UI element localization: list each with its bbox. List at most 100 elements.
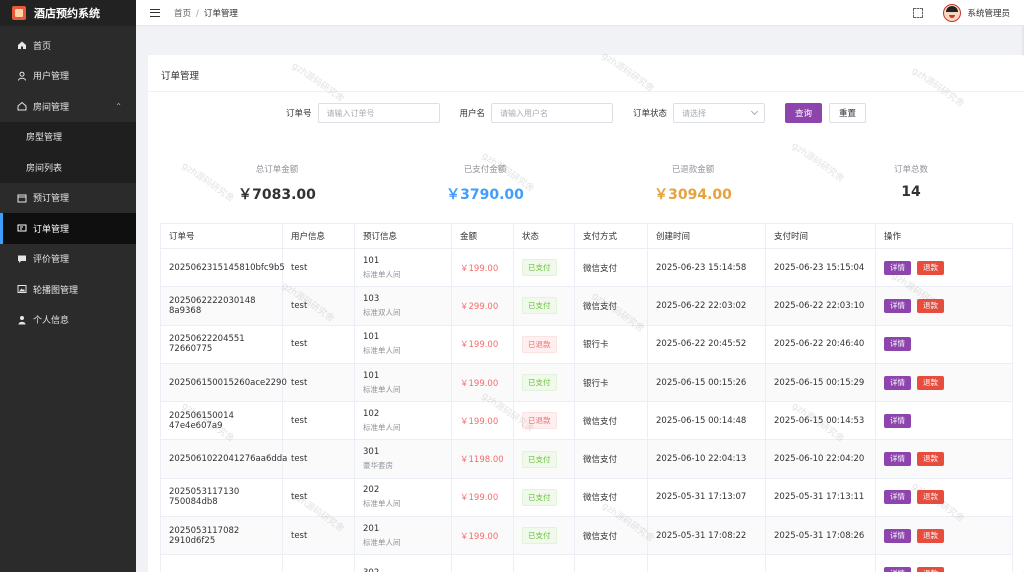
sidebar-nav: 首页用户管理 房间管理 ⌃ 房型管理房间列表预订管理订单管理评价管理 轮播图管理 个人信息 xyxy=(0,30,136,335)
sidebar-item-label: 房间列表 xyxy=(26,163,63,174)
created-time-cell-text: 2025-06-15 00:15:26 xyxy=(656,377,747,388)
user-cell-text: test xyxy=(291,339,308,350)
booking-cell: 302 xyxy=(354,554,452,572)
amount-cell: ￥299.00 xyxy=(451,286,514,326)
room-number: 202 xyxy=(363,485,380,496)
detail-button[interactable]: 详情 xyxy=(884,260,911,275)
sidebar-item-1[interactable]: 用户管理 xyxy=(0,61,136,92)
chevron-up-icon: ⌃ xyxy=(115,101,122,111)
created-time-cell-text: 2025-05-31 17:13:07 xyxy=(656,492,747,503)
username-input[interactable]: 请输入用户名 xyxy=(491,103,614,123)
order-no-input[interactable]: 请输入订单号 xyxy=(317,103,440,123)
amount-cell-text: ￥299.00 xyxy=(460,301,499,312)
refund-button[interactable]: 退款 xyxy=(917,452,944,467)
query-button[interactable]: 查询 xyxy=(785,103,823,123)
room-number: 103 xyxy=(363,293,380,304)
room-type: 标准单人间 xyxy=(363,422,401,432)
amount-cell-text: ￥199.00 xyxy=(460,263,499,274)
detail-button[interactable]: 详情 xyxy=(884,298,911,313)
payment-method-cell: 银行卡 xyxy=(574,362,648,403)
column-header: 订单号 xyxy=(160,223,283,249)
order-no-cell-text: 2025062315145810bfc9b5 xyxy=(169,262,285,273)
table-row: 2025053117082 2910d6f25 test 201 标准单人间 ￥199.… xyxy=(160,516,1013,556)
payment-method-cell-text: 微信支付 xyxy=(583,493,618,504)
detail-button[interactable]: 详情 xyxy=(884,413,911,428)
sidebar-item-2[interactable]: 房间管理 ⌃ xyxy=(0,91,136,122)
room-type: 标准单人间 xyxy=(363,269,401,279)
user-cell-text: test xyxy=(291,377,308,388)
stat-label: 已退款金额 xyxy=(671,165,715,175)
order-no-cell: 2025053117130 750084db8 xyxy=(160,477,283,518)
hotel-logo-icon xyxy=(12,6,26,20)
created-time-cell-text: 2025-06-22 20:45:52 xyxy=(656,339,747,350)
fullscreen-icon[interactable] xyxy=(913,8,924,18)
refund-button[interactable]: 退款 xyxy=(917,260,944,275)
order-no-placeholder: 请输入订单号 xyxy=(326,108,375,118)
room-number: 102 xyxy=(363,408,380,419)
status-cell: 已退款 xyxy=(513,401,575,441)
sidebar-item-7[interactable]: 评价管理 xyxy=(0,244,136,275)
status-badge: 已支付 xyxy=(522,488,557,506)
status-badge: 已支付 xyxy=(522,259,557,277)
user-cell: test xyxy=(282,401,355,441)
refund-button[interactable]: 退款 xyxy=(917,567,944,572)
stat-value: ￥3790.00 xyxy=(446,187,524,203)
sidebar: 酒店预约系统 首页用户管理 房间管理 ⌃ 房型管理房间列表预订管理订单管理评价管理 轮播… xyxy=(0,0,136,572)
booking-cell: 202 标准单人间 xyxy=(354,477,452,518)
detail-button[interactable]: 详情 xyxy=(884,528,911,543)
sidebar-item-4[interactable]: 房间列表 xyxy=(0,152,136,183)
breadcrumb-home[interactable]: 首页 xyxy=(174,9,191,19)
order-no-label: 订单号 xyxy=(286,109,312,119)
status-cell: 已支付 xyxy=(513,362,575,403)
breadcrumb: 首页 / 订单管理 xyxy=(174,7,238,19)
room-number: 302 xyxy=(363,568,451,572)
sidebar-item-6[interactable]: 订单管理 xyxy=(0,213,136,244)
table-header-row: 订单号 用户信息 预订信息 金额 状态 支付方式 创建时间 支付时间 操作 xyxy=(160,223,1013,249)
user-cell: test xyxy=(282,439,355,479)
detail-button[interactable]: 详情 xyxy=(884,375,911,390)
stat-card: 已退款金额 ￥3094.00 xyxy=(618,163,768,204)
watermark-text: gzh源码研究舍 xyxy=(909,66,966,110)
sidebar-item-label: 订单管理 xyxy=(33,224,70,235)
amount-cell: ￥1198.00 xyxy=(451,439,514,479)
booking-cell: 102 标准单人间 xyxy=(354,401,452,441)
created-time-cell-text: 2025-06-22 22:03:02 xyxy=(656,300,747,311)
refund-button[interactable]: 退款 xyxy=(917,298,944,313)
payment-method-cell xyxy=(574,554,648,572)
user-cell: test xyxy=(282,362,355,403)
user-cell: test xyxy=(282,516,355,556)
amount-cell-text: ￥199.00 xyxy=(460,340,499,351)
detail-button[interactable]: 详情 xyxy=(884,337,911,352)
actions-cell: 详情退款 xyxy=(875,362,1013,403)
sidebar-item-8[interactable]: 轮播图管理 xyxy=(0,274,136,305)
menu-toggle-icon[interactable] xyxy=(150,8,160,17)
room-type: 标准双人间 xyxy=(363,307,401,317)
refund-button[interactable]: 退款 xyxy=(917,528,944,543)
order-management-card: 订单管理 订单号 请输入订单号 用户名 请输入用户名 订单状态 请选择 查询 重… xyxy=(148,51,1024,572)
payment-method-cell: 微信支付 xyxy=(574,516,648,556)
avatar[interactable] xyxy=(943,4,962,22)
order-no-cell: 2025061022041276aa6dda xyxy=(160,439,287,479)
detail-button[interactable]: 详情 xyxy=(884,452,911,467)
sidebar-item-9[interactable]: 个人信息 xyxy=(0,305,136,336)
sidebar-item-label: 首页 xyxy=(33,41,52,52)
search-form: 订单号 请输入订单号 用户名 请输入用户名 订单状态 请选择 查询 重置 xyxy=(286,103,867,123)
refund-button[interactable]: 退款 xyxy=(917,490,944,505)
order-no-cell-text: 20250622204551 72660775 xyxy=(169,334,245,355)
detail-button[interactable]: 详情 xyxy=(884,567,911,572)
brand[interactable]: 酒店预约系统 xyxy=(0,0,136,26)
user-name[interactable]: 系统管理员 xyxy=(967,7,1010,19)
sidebar-item-0[interactable]: 首页 xyxy=(0,30,136,61)
payment-method-cell-text: 微信支付 xyxy=(583,301,618,312)
sidebar-item-5[interactable]: 预订管理 xyxy=(0,183,136,214)
reset-button[interactable]: 重置 xyxy=(829,103,867,123)
detail-button[interactable]: 详情 xyxy=(884,490,911,505)
user-cell-text: test xyxy=(291,300,308,311)
order-status-placeholder: 请选择 xyxy=(682,108,707,118)
order-status-select[interactable]: 请选择 xyxy=(673,103,766,123)
sidebar-item-3[interactable]: 房型管理 xyxy=(0,121,136,152)
column-header: 支付时间 xyxy=(765,223,876,249)
refund-button[interactable]: 退款 xyxy=(917,375,944,390)
column-header: 金额 xyxy=(451,223,514,249)
actions-cell: 详情 退款 xyxy=(875,554,1013,572)
